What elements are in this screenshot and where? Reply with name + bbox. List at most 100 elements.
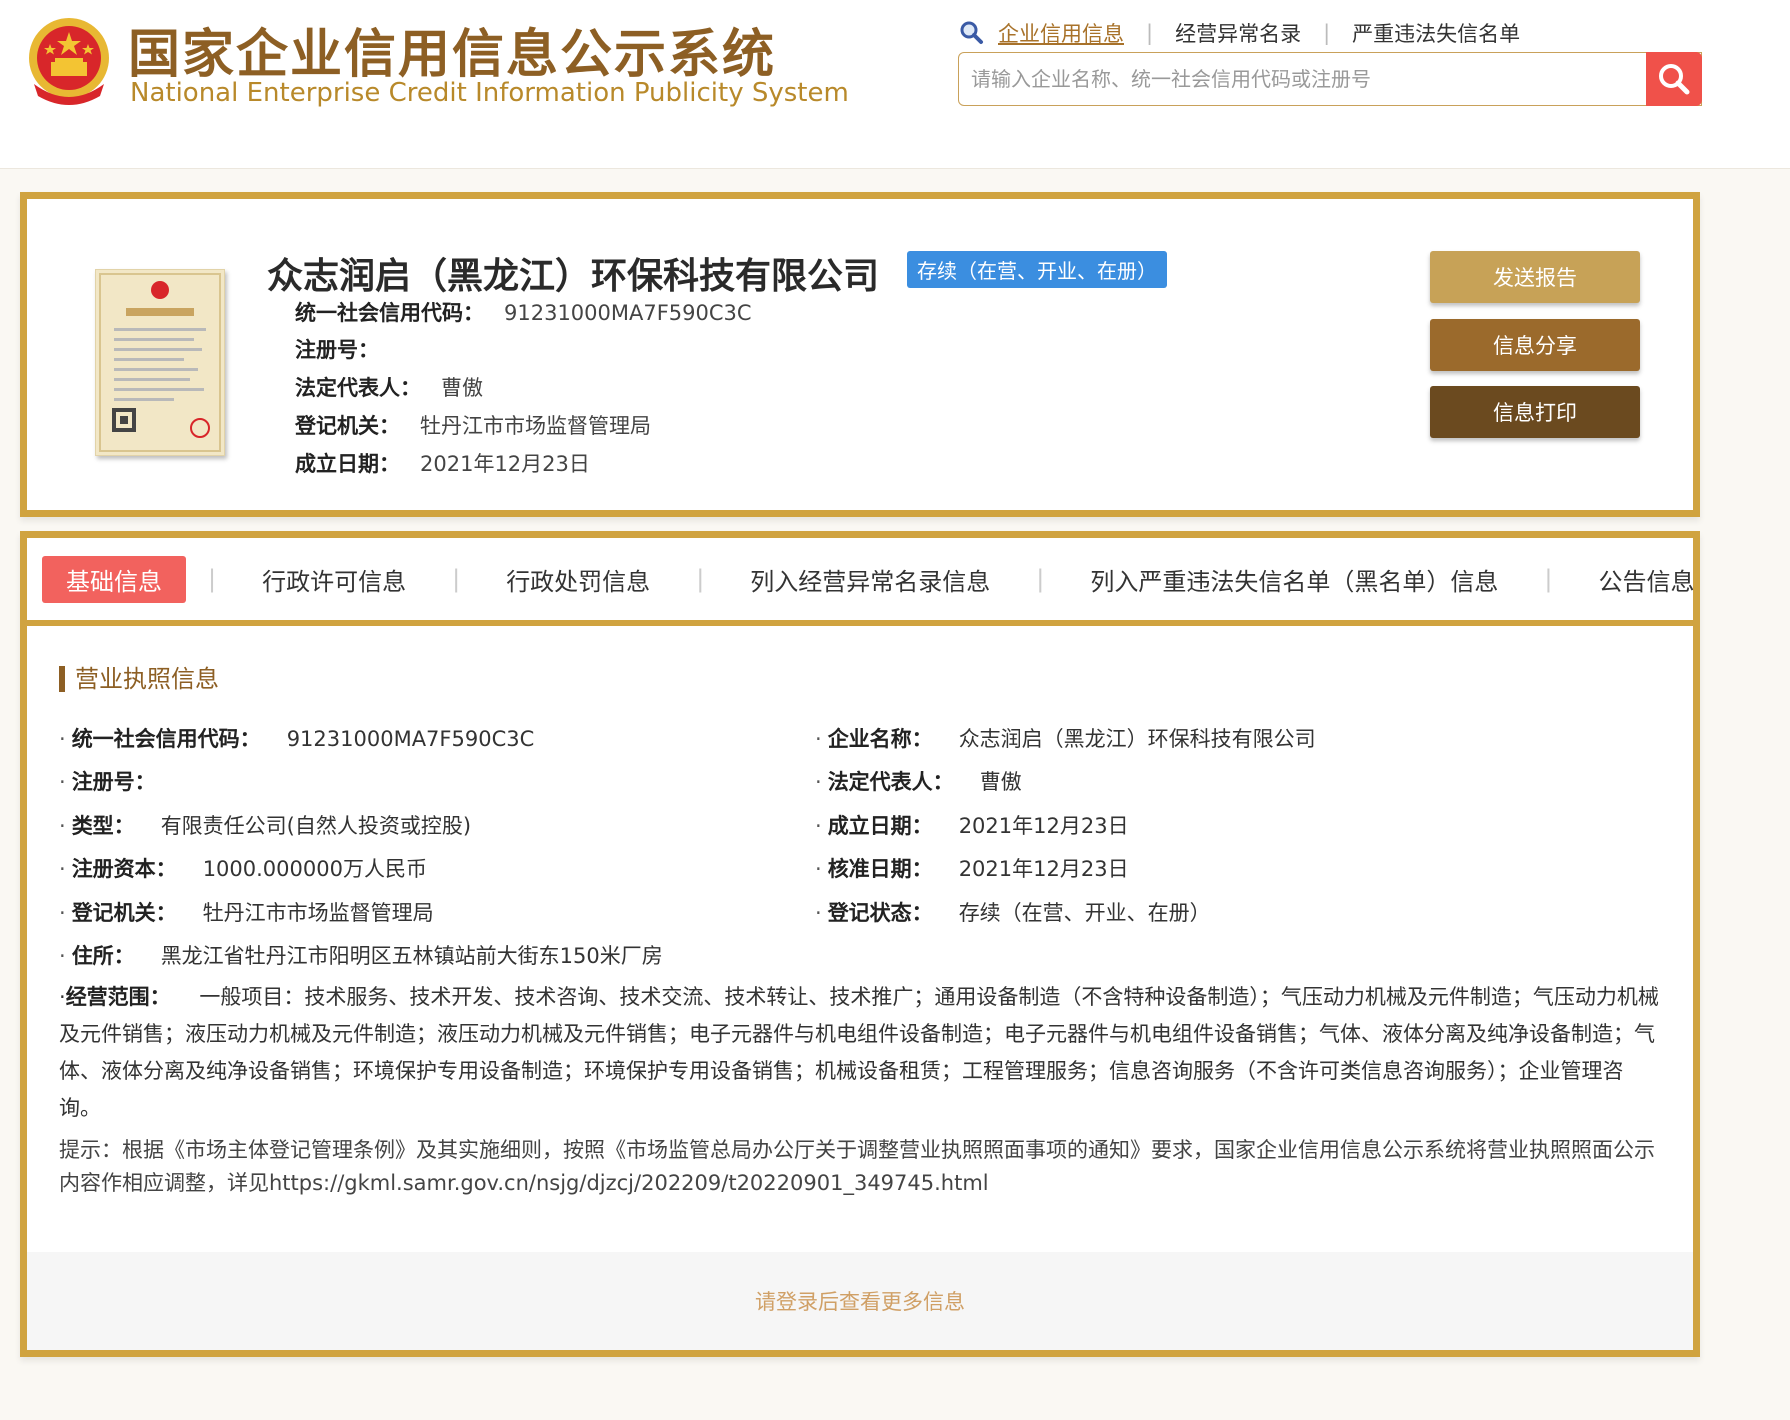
summary-reg-number: 注册号： — [295, 334, 399, 364]
login-footer: 请登录后查看更多信息 — [27, 1252, 1693, 1350]
field-value: 黑龙江省牡丹江市阳明区五林镇站前大街东150米厂房 — [160, 944, 663, 968]
tab-separator: | — [452, 565, 461, 593]
magnifier-icon — [960, 21, 983, 44]
field-reg-number: · 注册号： — [59, 766, 182, 796]
search-bar — [958, 52, 1702, 106]
tab-blacklist[interactable]: 列入严重违法失信名单（黑名单）信息 — [1066, 556, 1522, 603]
field-value: 91231000MA7F590C3C — [504, 301, 752, 325]
bullet: · — [815, 770, 822, 794]
summary-credit-code: 统一社会信用代码： 91231000MA7F590C3C — [295, 297, 752, 327]
field-registration-authority: · 登记机关： 牡丹江市市场监督管理局 — [59, 897, 434, 927]
field-label: 登记机关： — [71, 901, 177, 925]
field-value: 有限责任公司(自然人投资或控股) — [160, 814, 472, 838]
field-label: 核准日期： — [827, 857, 933, 881]
nav-blacklist-link[interactable]: 严重违法失信名单 — [1352, 18, 1520, 48]
field-label: 注册号： — [295, 338, 379, 362]
field-value: 2021年12月23日 — [958, 857, 1129, 881]
business-license-thumbnail[interactable] — [95, 269, 225, 456]
field-registration-status: · 登记状态： 存续（在营、开业、在册） — [815, 897, 1211, 927]
bullet: · — [815, 814, 822, 838]
status-badge: 存续（在营、开业、在册） — [907, 251, 1167, 288]
bullet: · — [59, 857, 66, 881]
field-label: 法定代表人： — [295, 376, 421, 400]
field-value: 2021年12月23日 — [420, 452, 590, 476]
national-emblem-icon — [29, 18, 109, 105]
field-label: 登记机关： — [295, 414, 400, 438]
field-address: · 住所： 黑龙江省牡丹江市阳明区五林镇站前大街东150米厂房 — [59, 940, 663, 970]
print-info-button[interactable]: 信息打印 — [1430, 386, 1640, 438]
top-nav: 企业信用信息 | 经营异常名录 | 严重违法失信名单 — [958, 16, 1702, 50]
detail-panel: 基础信息 | 行政许可信息 | 行政处罚信息 | 列入经营异常名录信息 | 列入… — [20, 531, 1700, 1357]
section-title: 营业执照信息 — [59, 666, 219, 692]
company-name: 众志润启（黑龙江）环保科技有限公司 — [267, 256, 880, 297]
field-value: 牡丹江市市场监督管理局 — [420, 414, 651, 438]
summary-founding-date: 成立日期： 2021年12月23日 — [295, 448, 590, 478]
field-label: 统一社会信用代码： — [71, 727, 261, 751]
field-label: 注册资本： — [71, 857, 177, 881]
tab-separator: | — [696, 565, 705, 593]
field-value: 众志润启（黑龙江）环保科技有限公司 — [958, 727, 1316, 751]
site-title: 国家企业信用信息公示系统 — [128, 25, 777, 85]
adjustment-notice: 提示：根据《市场主体登记管理条例》及其实施细则，按照《市场监管总局办公厅关于调整… — [59, 1138, 1655, 1195]
search-input[interactable] — [959, 53, 1646, 105]
tab-abnormal-list[interactable]: 列入经营异常名录信息 — [726, 556, 1014, 603]
site-header: 国家企业信用信息公示系统 National Enterprise Credit … — [0, 0, 1790, 169]
field-registered-capital: · 注册资本： 1000.000000万人民币 — [59, 853, 427, 883]
nav-credit-info-link[interactable]: 企业信用信息 — [998, 18, 1124, 48]
bullet: · — [59, 901, 66, 925]
summary-legal-rep: 法定代表人： 曹傲 — [295, 372, 483, 402]
summary-registration-authority: 登记机关： 牡丹江市市场监督管理局 — [295, 410, 651, 440]
send-report-button[interactable]: 发送报告 — [1430, 251, 1640, 303]
field-label: 企业名称： — [827, 727, 933, 751]
nav-separator: | — [1323, 21, 1331, 45]
tab-separator: | — [1544, 565, 1553, 593]
bullet: · — [59, 770, 66, 794]
field-value: 曹傲 — [979, 770, 1022, 794]
field-label: 成立日期： — [827, 814, 933, 838]
bullet: · — [815, 901, 822, 925]
bullet: · — [59, 814, 66, 838]
tab-separator: | — [1036, 565, 1045, 593]
field-label: 注册号： — [71, 770, 156, 794]
field-label: 成立日期： — [295, 452, 400, 476]
tab-bar: 基础信息 | 行政许可信息 | 行政处罚信息 | 列入经营异常名录信息 | 列入… — [27, 538, 1694, 626]
field-company-name: · 企业名称： 众志润启（黑龙江）环保科技有限公司 — [815, 723, 1316, 753]
business-scope: ·经营范围： 一般项目：技术服务、技术开发、技术咨询、技术交流、技术转让、技术推… — [59, 979, 1663, 1127]
field-label: 登记状态： — [827, 901, 933, 925]
field-value: 91231000MA7F590C3C — [286, 727, 535, 751]
search-area: 企业信用信息 | 经营异常名录 | 严重违法失信名单 — [958, 16, 1702, 106]
tab-admin-penalty[interactable]: 行政处罚信息 — [482, 556, 674, 603]
company-summary-panel: 众志润启（黑龙江）环保科技有限公司 存续（在营、开业、在册） 统一社会信用代码：… — [20, 192, 1700, 517]
tab-admin-license[interactable]: 行政许可信息 — [238, 556, 430, 603]
field-founding-date: · 成立日期： 2021年12月23日 — [815, 810, 1129, 840]
site-subtitle: National Enterprise Credit Information P… — [130, 78, 849, 108]
field-label: 统一社会信用代码： — [295, 301, 484, 325]
field-value: 2021年12月23日 — [958, 814, 1129, 838]
search-icon — [1659, 64, 1690, 95]
field-value: 牡丹江市市场监督管理局 — [202, 901, 434, 925]
field-label: 类型： — [71, 814, 135, 838]
bullet: · — [59, 944, 66, 968]
bullet: · — [815, 727, 822, 751]
field-legal-rep: · 法定代表人： 曹傲 — [815, 766, 1022, 796]
bullet: · — [59, 727, 66, 751]
tab-announcements[interactable]: 公告信息 — [1574, 556, 1718, 603]
field-type: · 类型： 有限责任公司(自然人投资或控股) — [59, 810, 471, 840]
field-value: 一般项目：技术服务、技术开发、技术咨询、技术交流、技术转让、技术推广；通用设备制… — [59, 985, 1659, 1120]
bullet: · — [815, 857, 822, 881]
field-label: 法定代表人： — [827, 770, 954, 794]
field-approval-date: · 核准日期： 2021年12月23日 — [815, 853, 1129, 883]
search-button[interactable] — [1646, 52, 1702, 106]
nav-abnormal-list-link[interactable]: 经营异常名录 — [1175, 18, 1301, 48]
login-for-more-link[interactable]: 请登录后查看更多信息 — [755, 1286, 965, 1316]
share-info-button[interactable]: 信息分享 — [1430, 319, 1640, 371]
field-label: 住所： — [71, 944, 135, 968]
field-value: 存续（在营、开业、在册） — [958, 901, 1211, 925]
license-image-icon — [99, 273, 221, 452]
field-credit-code: · 统一社会信用代码： 91231000MA7F590C3C — [59, 723, 534, 753]
field-value: 1000.000000万人民币 — [202, 857, 427, 881]
tab-separator: | — [208, 565, 217, 593]
tab-basic-info[interactable]: 基础信息 — [42, 555, 186, 603]
field-value: 曹傲 — [441, 376, 483, 400]
nav-separator: | — [1146, 21, 1154, 45]
